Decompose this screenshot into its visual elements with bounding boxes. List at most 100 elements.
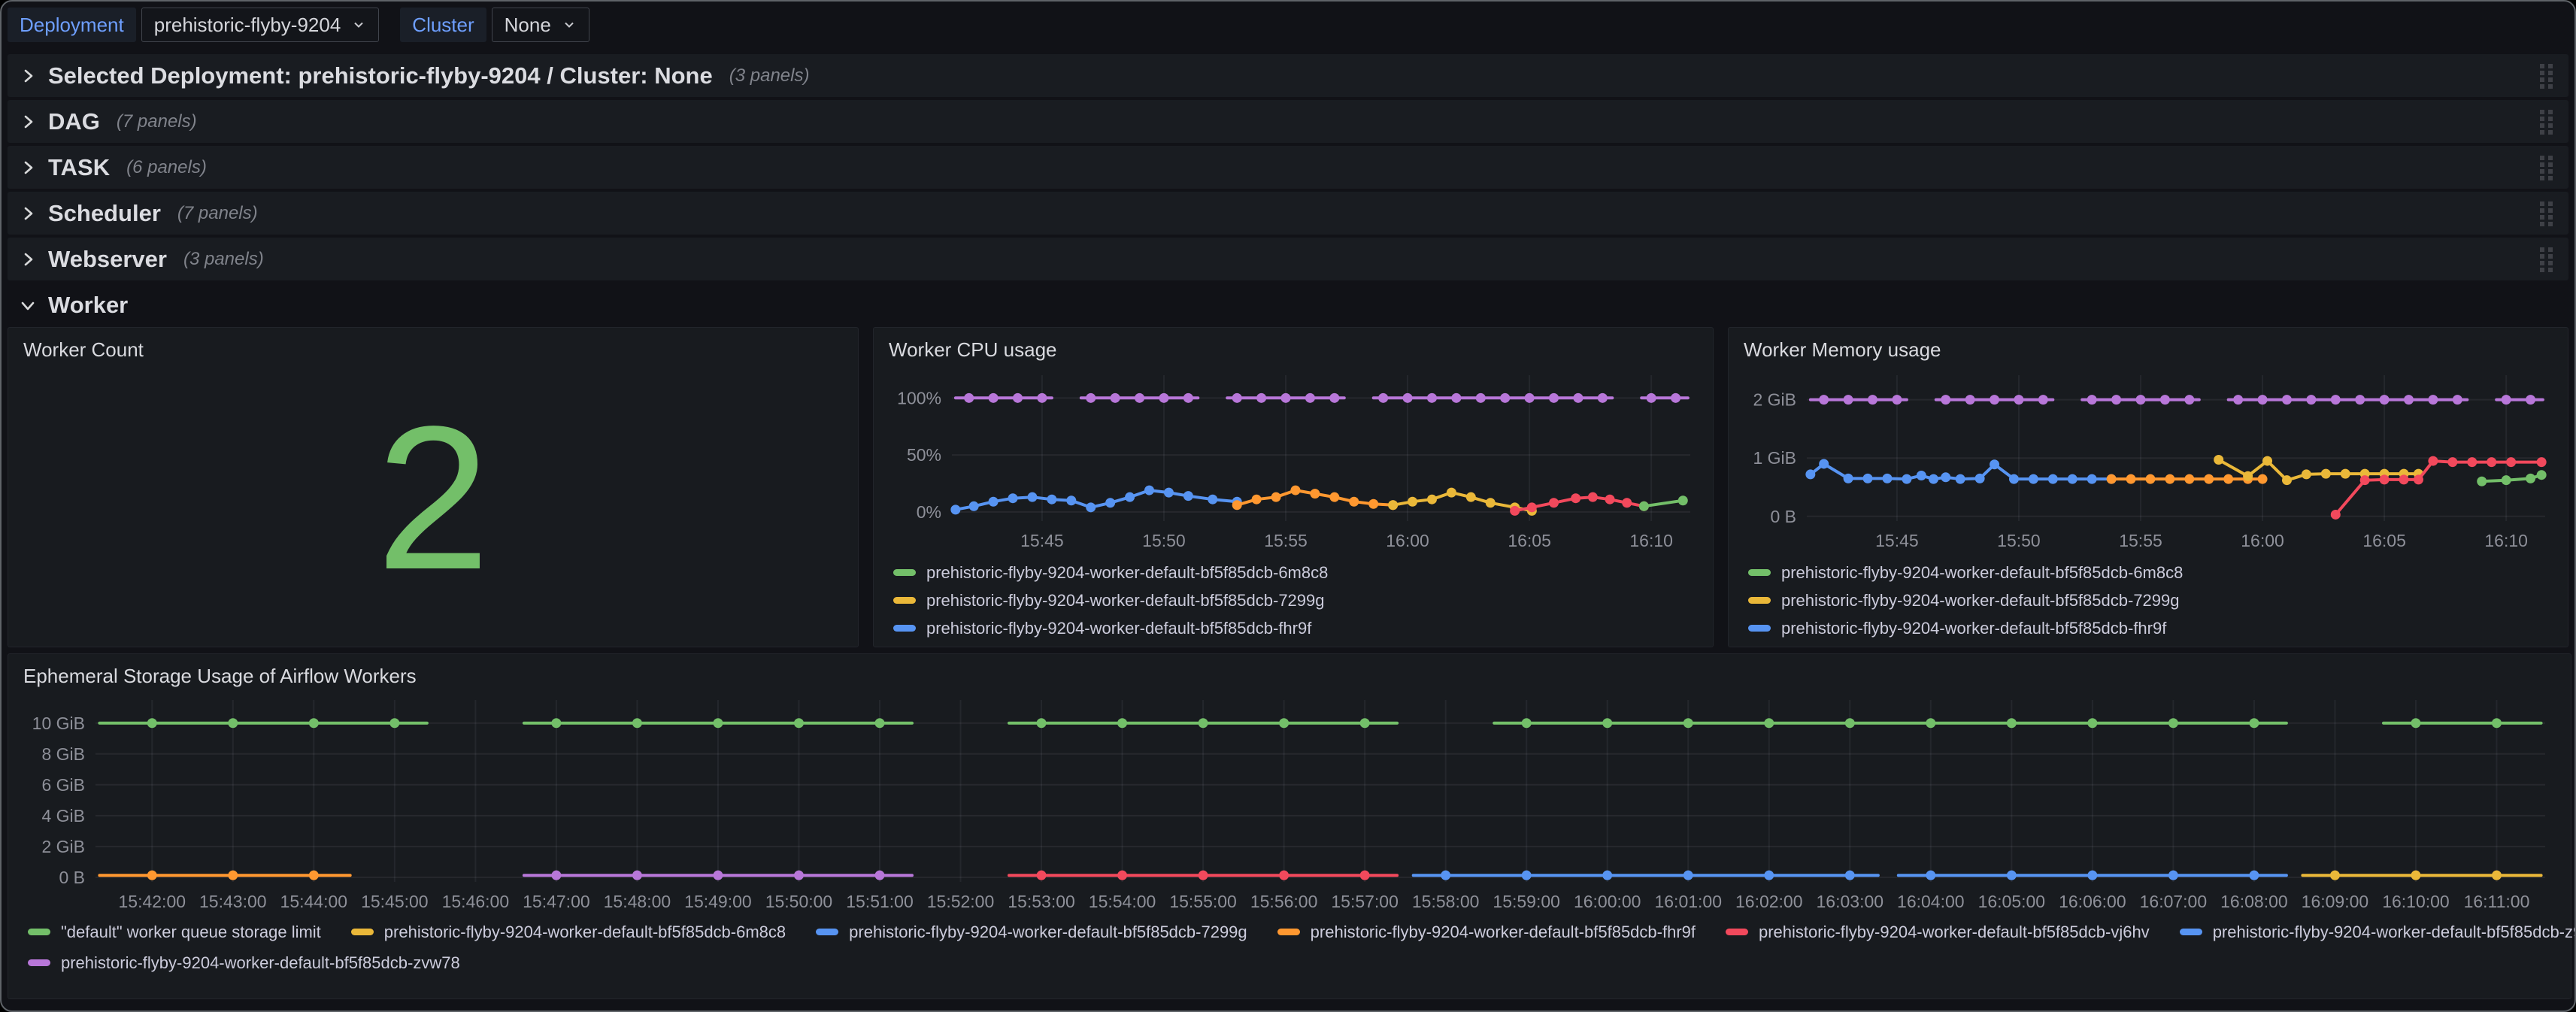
legend-item[interactable]: prehistoric-flyby-9204-worker-default-bf… (1277, 918, 1696, 946)
cluster-variable: Cluster None (400, 8, 589, 42)
chevron-down-icon (18, 295, 38, 315)
svg-text:15:48:00: 15:48:00 (604, 892, 671, 911)
svg-text:16:05: 16:05 (2362, 531, 2406, 550)
legend-label: prehistoric-flyby-9204-worker-default-bf… (849, 923, 1247, 942)
svg-text:16:05:00: 16:05:00 (1978, 892, 2046, 911)
cluster-variable-dropdown[interactable]: None (492, 8, 589, 42)
svg-text:4 GiB: 4 GiB (41, 806, 85, 826)
svg-text:15:50:00: 15:50:00 (765, 892, 833, 911)
legend-color-pill (1748, 597, 1771, 604)
row-panel-count: (3 panels) (183, 249, 264, 270)
legend-item[interactable]: prehistoric-flyby-9204-worker-default-bf… (1748, 559, 2568, 586)
legend-color-pill (893, 569, 916, 576)
legend-item[interactable]: prehistoric-flyby-9204-worker-default-bf… (351, 918, 786, 946)
svg-text:15:46:00: 15:46:00 (442, 892, 510, 911)
legend-color-pill (1277, 929, 1300, 935)
svg-text:15:45: 15:45 (1020, 531, 1064, 550)
row-title: Worker (48, 292, 128, 319)
legend-label: "default" worker queue storage limit (61, 923, 321, 942)
legend-color-pill (28, 959, 50, 966)
svg-text:16:05: 16:05 (1508, 531, 1551, 550)
row-panel-count: (6 panels) (126, 157, 207, 178)
svg-text:16:00: 16:00 (2241, 531, 2284, 550)
dashboard-row-dag[interactable]: DAG (7 panels) (8, 100, 2568, 143)
worker-cpu-usage-legend: prehistoric-flyby-9204-worker-default-bf… (874, 556, 1713, 642)
row-title: DAG (48, 108, 100, 135)
legend-color-pill (1748, 625, 1771, 632)
row-title: TASK (48, 154, 110, 181)
worker-count-panel: Worker Count 2 (8, 327, 859, 647)
worker-count-stat: 2 (8, 366, 858, 629)
dashboard-row-webserver[interactable]: Webserver(3 panels) (8, 238, 2568, 280)
row-panel-count: (7 panels) (117, 111, 197, 132)
legend-item[interactable]: "default" worker queue storage limit (28, 918, 321, 946)
svg-text:15:52:00: 15:52:00 (927, 892, 995, 911)
drag-handle-icon[interactable] (2538, 246, 2555, 273)
legend-label: prehistoric-flyby-9204-worker-default-bf… (1311, 923, 1696, 942)
chevron-right-icon (18, 66, 38, 86)
svg-text:15:50: 15:50 (1997, 531, 2041, 550)
legend-item[interactable]: prehistoric-flyby-9204-worker-default-bf… (28, 949, 460, 977)
svg-text:2 GiB: 2 GiB (41, 837, 85, 856)
worker-memory-usage-chart[interactable]: 15:4515:5015:5516:0016:0516:100 B1 GiB2 … (1741, 366, 2557, 556)
chevron-right-icon (18, 204, 38, 223)
legend-color-pill (1726, 929, 1748, 935)
worker-panels-row: Worker Count 2 Worker CPU usage 15:4515:… (8, 327, 2568, 647)
chevron-right-icon (18, 250, 38, 269)
svg-text:15:51:00: 15:51:00 (846, 892, 914, 911)
legend-color-pill (893, 597, 916, 604)
deployment-variable: Deployment prehistoric-flyby-9204 (8, 8, 379, 42)
svg-text:16:10:00: 16:10:00 (2382, 892, 2450, 911)
legend-color-pill (893, 625, 916, 632)
row-title: Scheduler (48, 200, 161, 227)
dashboard-row-selected[interactable]: Selected Deployment: prehistoric-flyby-9… (8, 54, 2568, 97)
svg-text:16:10: 16:10 (2484, 531, 2528, 550)
drag-handle-icon[interactable] (2538, 62, 2555, 89)
panel-title: Worker Count (8, 328, 858, 366)
worker-memory-usage-panel: Worker Memory usage 15:4515:5015:5516:00… (1728, 327, 2568, 647)
worker-cpu-usage-chart[interactable]: 15:4515:5015:5516:0016:0516:100%50%100% (886, 366, 1702, 556)
dashboard-rows: Selected Deployment: prehistoric-flyby-9… (8, 54, 2568, 280)
svg-text:1 GiB: 1 GiB (1753, 448, 1796, 468)
svg-text:16:00:00: 16:00:00 (1574, 892, 1641, 911)
worker-cpu-usage-panel: Worker CPU usage 15:4515:5015:5516:0016:… (873, 327, 1714, 647)
svg-text:15:49:00: 15:49:00 (684, 892, 752, 911)
svg-text:15:56:00: 15:56:00 (1250, 892, 1318, 911)
ephemeral-storage-chart[interactable]: 15:42:0015:43:0015:44:0015:45:0015:46:00… (20, 692, 2560, 918)
drag-handle-icon[interactable] (2538, 154, 2555, 181)
legend-label: prehistoric-flyby-9204-worker-default-bf… (1781, 563, 2183, 583)
legend-item[interactable]: prehistoric-flyby-9204-worker-default-bf… (1748, 614, 2568, 642)
legend-row: "default" worker queue storage limit preh… (8, 918, 2571, 946)
drag-handle-icon[interactable] (2538, 200, 2555, 227)
chevron-right-icon (18, 158, 38, 177)
legend-item[interactable]: prehistoric-flyby-9204-worker-default-bf… (893, 559, 1713, 586)
svg-text:16:10: 16:10 (1629, 531, 1673, 550)
legend-item[interactable]: prehistoric-flyby-9204-worker-default-bf… (893, 614, 1713, 642)
legend-item[interactable]: prehistoric-flyby-9204-worker-default-bf… (2180, 918, 2576, 946)
drag-handle-icon[interactable] (2538, 108, 2555, 135)
svg-text:15:53:00: 15:53:00 (1008, 892, 1075, 911)
svg-text:15:44:00: 15:44:00 (280, 892, 348, 911)
grafana-dashboard: Deployment prehistoric-flyby-9204 Cluste… (0, 0, 2576, 1012)
deployment-variable-label: Deployment (8, 8, 136, 42)
deployment-variable-dropdown[interactable]: prehistoric-flyby-9204 (141, 8, 380, 42)
ephemeral-storage-panel: Ephemeral Storage Usage of Airflow Worke… (8, 653, 2571, 999)
stat-value: 2 (376, 395, 489, 600)
svg-text:15:57:00: 15:57:00 (1331, 892, 1399, 911)
dashboard-row-worker[interactable]: Worker (8, 283, 2568, 327)
panel-title: Ephemeral Storage Usage of Airflow Worke… (8, 654, 2571, 692)
svg-text:15:55: 15:55 (2119, 531, 2162, 550)
svg-text:8 GiB: 8 GiB (41, 744, 85, 764)
svg-text:15:59:00: 15:59:00 (1493, 892, 1560, 911)
legend-item[interactable]: prehistoric-flyby-9204-worker-default-bf… (816, 918, 1247, 946)
dashboard-row-scheduler[interactable]: Scheduler(7 panels) (8, 192, 2568, 235)
legend-item[interactable]: prehistoric-flyby-9204-worker-default-bf… (1726, 918, 2150, 946)
svg-text:0 B: 0 B (59, 868, 85, 887)
dashboard-row-task[interactable]: TASK (6 panels) (8, 146, 2568, 189)
worker-memory-usage-legend: prehistoric-flyby-9204-worker-default-bf… (1729, 556, 2568, 642)
svg-text:15:47:00: 15:47:00 (523, 892, 590, 911)
svg-text:15:55: 15:55 (1264, 531, 1308, 550)
legend-item[interactable]: prehistoric-flyby-9204-worker-default-bf… (893, 586, 1713, 614)
legend-item[interactable]: prehistoric-flyby-9204-worker-default-bf… (1748, 586, 2568, 614)
svg-text:100%: 100% (897, 388, 941, 408)
